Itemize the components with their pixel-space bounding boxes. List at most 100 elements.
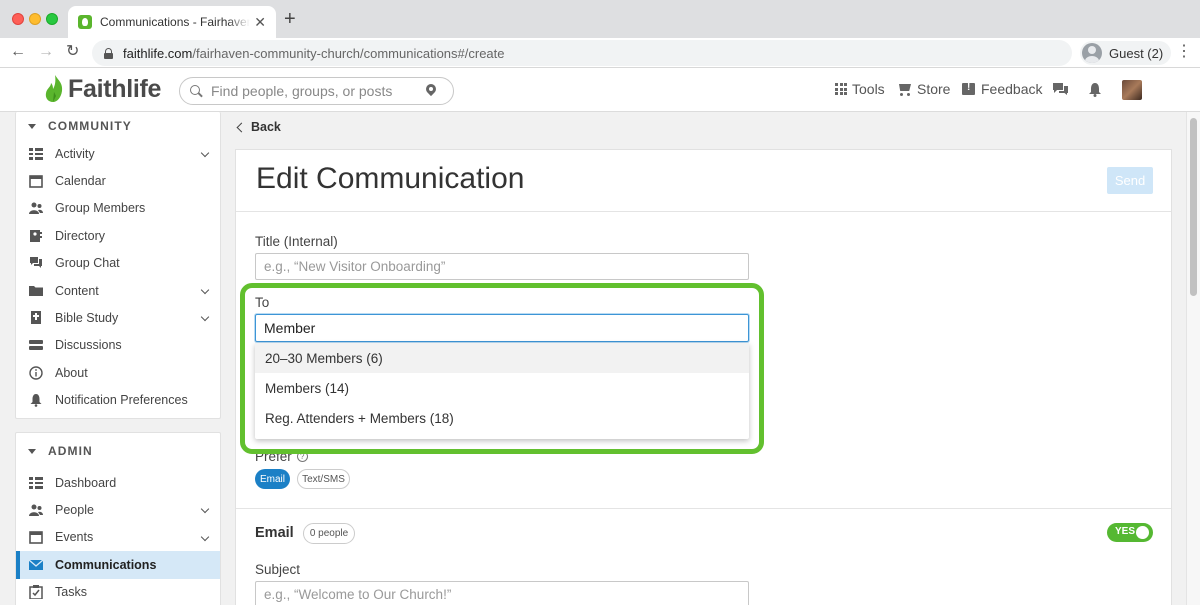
sidebar-item-communications[interactable]: Communications <box>16 551 220 579</box>
global-search[interactable] <box>179 77 454 105</box>
to-input[interactable]: Member <box>255 314 749 342</box>
toggle-knob <box>1136 526 1149 539</box>
recipient-suggestions: 20–30 Members (6) Members (14) Reg. Atte… <box>255 343 749 439</box>
caret-down-icon <box>28 123 36 129</box>
user-avatar[interactable] <box>1122 80 1142 100</box>
suggestion-item[interactable]: Reg. Attenders + Members (18) <box>255 403 749 433</box>
admin-section-header[interactable]: ADMIN <box>16 433 220 469</box>
sidebar-item-directory[interactable]: Directory <box>16 222 220 249</box>
chevron-down-icon[interactable] <box>200 148 210 158</box>
sidebar-item-calendar[interactable]: Calendar <box>16 167 220 194</box>
suggestion-item[interactable]: 20–30 Members (6) <box>255 343 749 373</box>
sidebar-item-group-members[interactable]: Group Members <box>16 195 220 222</box>
browser-tab[interactable]: Communications - Fairhaven C ✕ <box>68 6 276 38</box>
sidebar-admin: ADMIN Dashboard People Events Communicat… <box>15 432 221 605</box>
profile-button[interactable]: Guest (2) <box>1080 41 1172 65</box>
new-tab-icon[interactable]: + <box>284 9 296 29</box>
faithlife-favicon-icon <box>78 15 92 29</box>
sidebar-item-dashboard[interactable]: Dashboard <box>16 469 220 496</box>
community-title: COMMUNITY <box>48 119 132 133</box>
sidebar-item-label: Content <box>55 283 99 298</box>
sidebar-item-label: Notification Preferences <box>55 393 188 408</box>
logo-text: Faithlife <box>68 74 162 103</box>
back-arrow-icon[interactable]: ← <box>10 42 26 62</box>
sidebar-item-label: Communications <box>55 557 157 572</box>
tools-label: Tools <box>852 81 885 97</box>
calendar-icon <box>29 531 43 545</box>
sidebar-item-group-chat[interactable]: Group Chat <box>16 250 220 277</box>
sidebar-item-about[interactable]: About <box>16 359 220 386</box>
section-divider <box>236 508 1171 509</box>
title-input[interactable]: e.g., “New Visitor Onboarding” <box>255 253 749 280</box>
subject-input[interactable]: e.g., “Welcome to Our Church!” <box>255 581 749 605</box>
search-input[interactable] <box>211 83 426 99</box>
envelope-icon <box>29 559 43 570</box>
chevron-left-icon <box>236 122 247 132</box>
sidebar-item-label: Discussions <box>55 338 122 353</box>
page-scrollbar[interactable] <box>1186 112 1200 605</box>
sidebar-item-activity[interactable]: Activity <box>16 140 220 167</box>
help-icon[interactable]: ? <box>296 451 308 462</box>
prefer-sms-pill[interactable]: Text/SMS <box>297 469 350 489</box>
activity-icon <box>29 147 43 160</box>
app-header: Faithlife Tools Store Feedback <box>0 68 1200 112</box>
header-divider <box>236 211 1171 212</box>
community-section-header[interactable]: COMMUNITY <box>16 112 220 140</box>
store-label: Store <box>917 81 951 97</box>
faithlife-logo[interactable]: Faithlife <box>44 74 161 104</box>
dashboard-icon <box>29 476 43 489</box>
back-link[interactable]: Back <box>236 120 281 134</box>
url-host: faithlife.com <box>123 45 193 61</box>
messages-icon[interactable] <box>1052 82 1069 96</box>
sidebar-item-bible-study[interactable]: Bible Study <box>16 304 220 331</box>
address-bar[interactable]: faithlife.com/fairhaven-community-church… <box>92 40 1072 66</box>
chevron-down-icon[interactable] <box>200 313 210 322</box>
forward-arrow-icon[interactable]: → <box>38 42 54 62</box>
sidebar-item-people[interactable]: People <box>16 496 220 523</box>
window-minimize-button[interactable] <box>29 13 41 25</box>
sidebar-item-label: Activity <box>55 146 95 161</box>
subject-placeholder: e.g., “Welcome to Our Church!” <box>264 587 452 602</box>
profile-label: Guest (2) <box>1109 45 1164 61</box>
window-zoom-button[interactable] <box>46 13 58 25</box>
sidebar-item-label: Group Chat <box>55 256 120 271</box>
chevron-down-icon[interactable] <box>200 285 210 295</box>
scrollbar-thumb[interactable] <box>1190 118 1197 296</box>
caret-down-icon <box>28 448 36 454</box>
feedback-icon <box>962 82 975 95</box>
back-label: Back <box>251 120 281 134</box>
feedback-menu[interactable]: Feedback <box>962 81 1042 97</box>
title-placeholder: e.g., “New Visitor Onboarding” <box>264 259 446 274</box>
location-pin-icon[interactable] <box>426 84 436 98</box>
subject-field-label: Subject <box>255 562 301 577</box>
window-close-button[interactable] <box>12 13 24 25</box>
email-toggle[interactable]: YES <box>1107 523 1153 542</box>
lock-icon[interactable] <box>104 47 113 59</box>
close-tab-icon[interactable]: ✕ <box>254 14 266 31</box>
suggestion-item[interactable]: Members (14) <box>255 373 749 403</box>
sidebar-item-events[interactable]: Events <box>16 524 220 551</box>
tools-menu[interactable]: Tools <box>835 81 885 97</box>
sidebar-item-tasks[interactable]: Tasks <box>16 579 220 605</box>
prefer-email-pill[interactable]: Email <box>255 469 290 489</box>
tasks-icon <box>29 585 43 600</box>
chevron-down-icon[interactable] <box>200 532 210 542</box>
store-menu[interactable]: Store <box>897 81 950 97</box>
sidebar-item-label: Dashboard <box>55 475 117 490</box>
send-button[interactable]: Send <box>1107 167 1153 194</box>
sidebar-item-discussions[interactable]: Discussions <box>16 332 220 359</box>
sidebar-item-label: Events <box>55 530 94 545</box>
chevron-down-icon[interactable] <box>200 505 210 514</box>
browser-menu-icon[interactable]: ⋮ <box>1176 43 1192 61</box>
sidebar-community: COMMUNITY Activity Calendar Group Member… <box>15 112 221 419</box>
suggestion-label: Members (14) <box>265 380 350 396</box>
admin-title: ADMIN <box>48 444 93 458</box>
suggestion-label: Reg. Attenders + Members (18) <box>265 410 454 426</box>
people-count-badge: 0 people <box>303 523 355 544</box>
sidebar-item-label: People <box>55 503 94 518</box>
notifications-bell-icon[interactable] <box>1088 82 1102 97</box>
sidebar-item-notification-preferences[interactable]: Notification Preferences <box>16 387 220 414</box>
cart-icon <box>897 83 912 96</box>
sidebar-item-content[interactable]: Content <box>16 277 220 304</box>
reload-icon[interactable]: ↻ <box>66 42 79 62</box>
